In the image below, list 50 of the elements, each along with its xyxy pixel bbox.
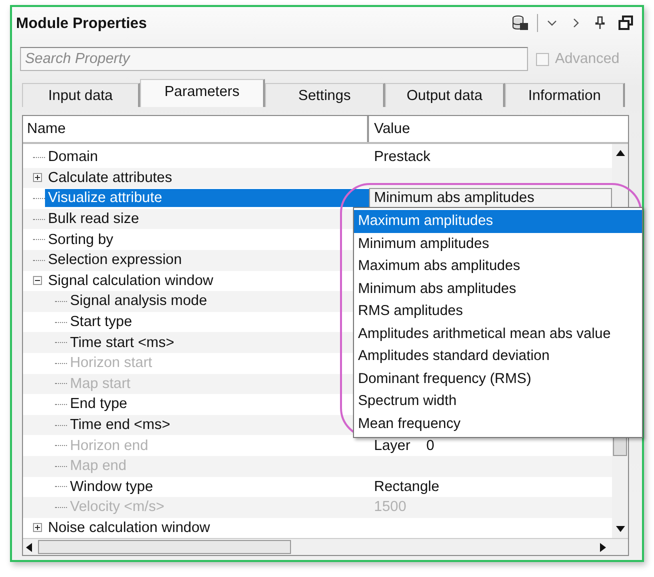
property-name[interactable]: Visualize attribute — [45, 189, 369, 208]
property-value: Rectangle — [373, 478, 440, 495]
dropdown-option[interactable]: Minimum abs amplitudes — [354, 278, 642, 300]
dropdown-option[interactable]: Amplitudes arithmetical mean abs value — [354, 322, 642, 345]
scroll-down-icon[interactable] — [616, 526, 624, 532]
property-value: 0 — [425, 438, 434, 454]
property-name[interactable]: End type — [67, 395, 130, 414]
column-header[interactable]: Name — [23, 116, 369, 142]
window-title: Module Properties — [16, 14, 148, 32]
tab[interactable]: Information — [505, 83, 625, 107]
property-value: 1500 — [373, 499, 406, 516]
scroll-up-icon[interactable] — [616, 150, 624, 156]
property-name[interactable]: Time start <ms> — [67, 334, 178, 352]
scroll-right-icon[interactable] — [600, 542, 606, 552]
scroll-thumb[interactable] — [38, 540, 291, 554]
property-name[interactable]: Domain — [45, 148, 101, 166]
expander-icon[interactable] — [33, 276, 42, 286]
pin-icon[interactable] — [594, 16, 606, 30]
property-name[interactable]: Selection expression — [45, 251, 185, 270]
search-field[interactable]: Search Property — [20, 47, 528, 71]
dropdown-option[interactable]: Maximum abs amplitudes — [354, 255, 642, 278]
restore-icon[interactable] — [618, 15, 634, 31]
tab[interactable]: Input data — [22, 83, 140, 107]
tab[interactable]: Settings — [265, 83, 385, 107]
tab[interactable]: Output data — [385, 83, 505, 107]
horizontal-scrollbar[interactable] — [23, 538, 628, 555]
property-name[interactable]: Calculate attributes — [45, 168, 176, 187]
property-value: Layer — [373, 438, 410, 454]
property-name[interactable]: Sorting by — [45, 230, 116, 249]
property-name[interactable]: Time end <ms> — [67, 416, 174, 434]
expander-icon[interactable] — [33, 523, 42, 532]
dropdown-option[interactable]: Spectrum width — [354, 390, 642, 412]
column-header[interactable]: Value — [369, 116, 612, 142]
expander-icon[interactable] — [33, 173, 42, 182]
dropdown-option[interactable]: Minimum amplitudes — [354, 232, 642, 255]
property-name[interactable]: Start type — [67, 313, 136, 332]
value-combo[interactable]: Minimum abs amplitudes — [369, 188, 612, 209]
scroll-left-icon[interactable] — [26, 542, 32, 552]
dropdown-option[interactable]: Amplitudes standard deviation — [354, 345, 642, 368]
dropdown-option[interactable]: RMS amplitudes — [354, 300, 642, 322]
database-icon[interactable] — [511, 14, 529, 32]
property-name[interactable]: Window type — [67, 478, 156, 496]
property-value: Prestack — [373, 149, 430, 166]
dropdown-option[interactable]: Dominant frequency (RMS) — [354, 368, 642, 390]
property-name[interactable]: Noise calculation window — [45, 518, 213, 537]
dropdown-option[interactable]: Maximum amplitudes — [354, 210, 642, 232]
property-name[interactable]: Bulk read size — [45, 210, 142, 228]
tab[interactable]: Parameters — [140, 79, 265, 107]
property-name[interactable]: Signal calculation window — [45, 272, 216, 290]
dropdown-option[interactable]: Mean frequency — [354, 412, 642, 435]
